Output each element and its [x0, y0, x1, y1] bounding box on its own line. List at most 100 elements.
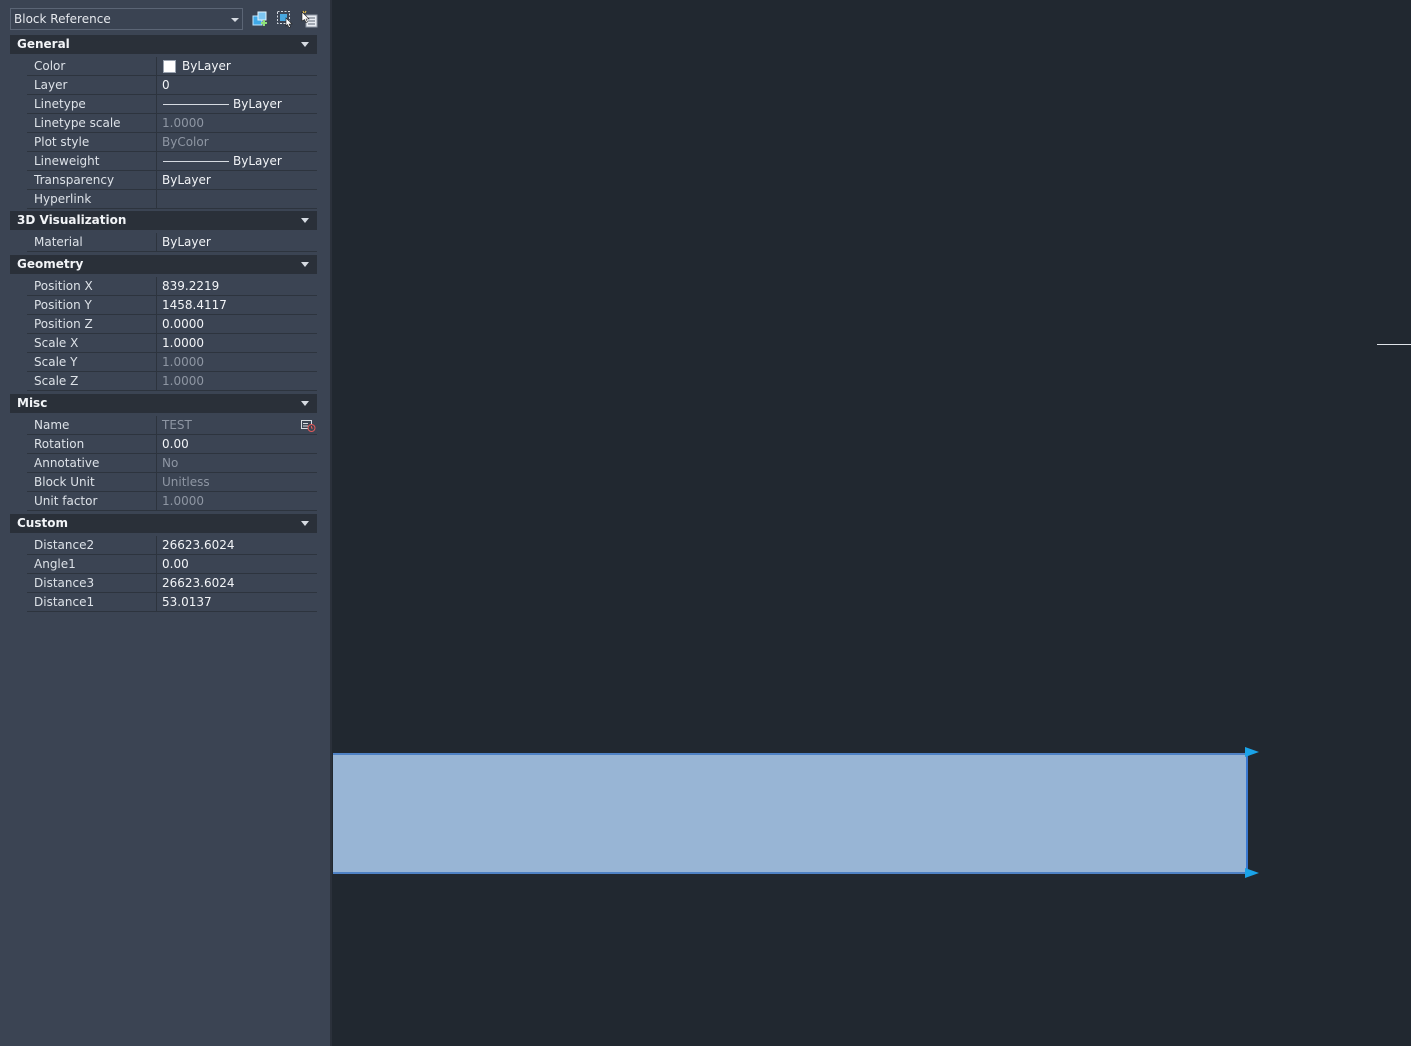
quick-select-icon[interactable]	[300, 10, 318, 28]
property-label: Position Z	[27, 315, 157, 333]
property-label: Plot style	[27, 133, 157, 151]
property-value[interactable]: ByLayer	[158, 171, 317, 189]
property-value-text: TEST	[162, 418, 192, 432]
property-label: Color	[27, 57, 157, 75]
property-row-material[interactable]: Material ByLayer	[27, 233, 317, 252]
property-label: Transparency	[27, 171, 157, 189]
category-3d-visualization[interactable]: 3D Visualization	[10, 211, 317, 230]
property-value[interactable]: ByLayer	[158, 233, 317, 251]
property-row-position-y[interactable]: Position Y 1458.4117	[27, 296, 317, 315]
property-label: Scale Z	[27, 372, 157, 390]
collapse-triangle-icon[interactable]	[301, 401, 309, 406]
property-value-text: 1.0000	[162, 355, 204, 369]
property-value[interactable]: 0	[158, 76, 317, 94]
property-value[interactable]: 26623.6024	[158, 536, 317, 554]
property-value-text: ByLayer	[233, 154, 282, 168]
property-value: No	[158, 454, 317, 472]
property-label: Block Unit	[27, 473, 157, 491]
stretch-grip-top[interactable]	[1245, 747, 1259, 757]
property-row-rotation[interactable]: Rotation 0.00	[27, 435, 317, 454]
property-row-unit-factor[interactable]: Unit factor 1.0000	[27, 492, 317, 511]
property-value[interactable]: ByLayer	[158, 57, 317, 75]
property-value-text: 0	[162, 78, 170, 92]
property-value[interactable]: ByLayer	[158, 95, 317, 113]
line-sample-icon	[163, 104, 229, 105]
property-value: Unitless	[158, 473, 317, 491]
property-row-scale-y[interactable]: Scale Y 1.0000	[27, 353, 317, 372]
property-value[interactable]: 839.2219	[158, 277, 317, 295]
property-value[interactable]: 0.00	[158, 555, 317, 573]
category-geometry[interactable]: Geometry	[10, 255, 317, 274]
property-value[interactable]: 1.0000	[158, 334, 317, 352]
property-label: Linetype	[27, 95, 157, 113]
property-value[interactable]: 0.0000	[158, 315, 317, 333]
property-grid: General Color ByLayer Layer 0 Linetype ByLayer…	[10, 35, 317, 615]
collapse-triangle-icon[interactable]	[301, 42, 309, 47]
property-value-text: 839.2219	[162, 279, 220, 293]
property-value[interactable]: 1458.4117	[158, 296, 317, 314]
property-label: Unit factor	[27, 492, 157, 510]
select-objects-icon[interactable]	[276, 10, 294, 28]
property-value-text: No	[162, 456, 179, 470]
property-row-transparency[interactable]: Transparency ByLayer	[27, 171, 317, 190]
block-editor-icon[interactable]	[300, 417, 316, 433]
category-misc[interactable]: Misc	[10, 394, 317, 413]
property-row-distance2[interactable]: Distance2 26623.6024	[27, 536, 317, 555]
property-row-annotative[interactable]: Annotative No	[27, 454, 317, 473]
selected-block-reference[interactable]	[333, 753, 1248, 874]
property-row-linetype-scale[interactable]: Linetype scale 1.0000	[27, 114, 317, 133]
object-type-dropdown[interactable]: Block Reference	[10, 8, 243, 30]
property-value: 1.0000	[158, 114, 317, 132]
property-value[interactable]: 53.0137	[158, 593, 317, 611]
collapse-triangle-icon[interactable]	[301, 521, 309, 526]
category-title: General	[17, 37, 70, 51]
property-row-color[interactable]: Color ByLayer	[27, 57, 317, 76]
collapse-triangle-icon[interactable]	[301, 262, 309, 267]
collapse-triangle-icon[interactable]	[301, 218, 309, 223]
property-value[interactable]: 26623.6024	[158, 574, 317, 592]
property-row-scale-x[interactable]: Scale X 1.0000	[27, 334, 317, 353]
property-row-layer[interactable]: Layer 0	[27, 76, 317, 95]
stretch-grip-bottom[interactable]	[1245, 868, 1259, 878]
property-row-angle1[interactable]: Angle1 0.00	[27, 555, 317, 574]
property-value-text: 0.00	[162, 557, 189, 571]
property-row-block-unit[interactable]: Block Unit Unitless	[27, 473, 317, 492]
property-value-text: 53.0137	[162, 595, 212, 609]
property-value-text: 26623.6024	[162, 576, 235, 590]
property-row-linetype[interactable]: Linetype ByLayer	[27, 95, 317, 114]
properties-palette: Block Reference General Color ByLayer La…	[0, 0, 330, 1046]
property-label: Hyperlink	[27, 190, 157, 208]
property-row-distance3[interactable]: Distance3 26623.6024	[27, 574, 317, 593]
property-value-text: 1.0000	[162, 336, 204, 350]
chevron-down-icon	[231, 18, 239, 22]
property-value-text: 1.0000	[162, 116, 204, 130]
property-label: Layer	[27, 76, 157, 94]
property-value-text: 0.0000	[162, 317, 204, 331]
property-row-plot-style[interactable]: Plot style ByColor	[27, 133, 317, 152]
property-label: Distance3	[27, 574, 157, 592]
property-label: Angle1	[27, 555, 157, 573]
category-title: Geometry	[17, 257, 84, 271]
canvas-line-segment[interactable]	[1377, 344, 1411, 345]
property-value[interactable]: 0.00	[158, 435, 317, 453]
property-value-text: ByLayer	[233, 97, 282, 111]
property-row-hyperlink[interactable]: Hyperlink	[27, 190, 317, 209]
property-row-position-x[interactable]: Position X 839.2219	[27, 277, 317, 296]
category-custom[interactable]: Custom	[10, 514, 317, 533]
color-swatch-icon	[163, 60, 176, 73]
property-value-text: ByLayer	[162, 235, 211, 249]
category-title: 3D Visualization	[17, 213, 127, 227]
toggle-pickadd-icon[interactable]	[252, 10, 270, 28]
property-row-position-z[interactable]: Position Z 0.0000	[27, 315, 317, 334]
property-value[interactable]: ByLayer	[158, 152, 317, 170]
category-general[interactable]: General	[10, 35, 317, 54]
property-value-text: 1458.4117	[162, 298, 227, 312]
property-row-distance1[interactable]: Distance1 53.0137	[27, 593, 317, 612]
property-row-scale-z[interactable]: Scale Z 1.0000	[27, 372, 317, 391]
palette-divider[interactable]	[330, 0, 332, 1046]
property-row-name[interactable]: Name TEST	[27, 416, 317, 435]
line-sample-icon	[163, 161, 229, 162]
property-value[interactable]	[158, 190, 317, 208]
property-row-lineweight[interactable]: Lineweight ByLayer	[27, 152, 317, 171]
